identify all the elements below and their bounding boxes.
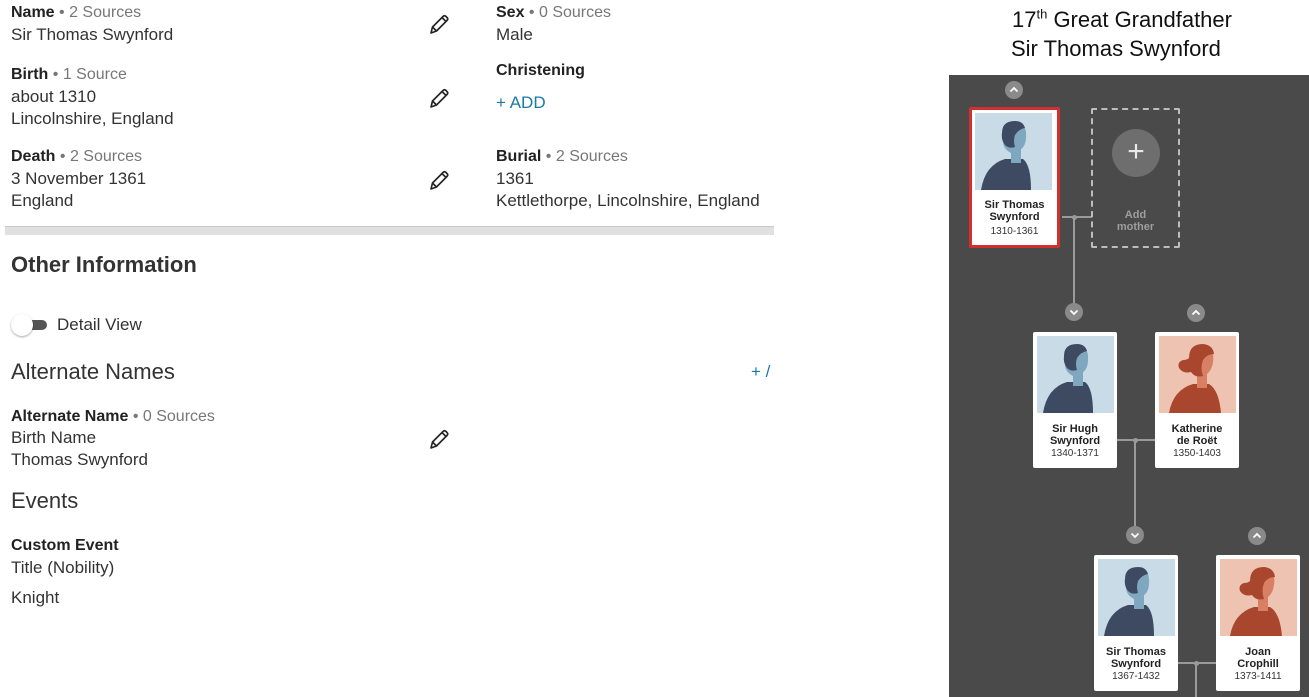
birth-label: Birth • 1 Source <box>11 66 127 83</box>
expand-up-chevron-icon[interactable] <box>1187 304 1205 322</box>
section-divider <box>5 226 774 235</box>
male-avatar-icon <box>1037 336 1114 413</box>
tree-junction-dot <box>1133 438 1138 443</box>
name-value: Sir Thomas Swynford <box>11 25 174 44</box>
edit-birth-pencil-icon[interactable] <box>428 87 450 111</box>
expand-up-chevron-icon[interactable] <box>1005 81 1023 99</box>
card-dates: 1340-1371 <box>1051 448 1099 459</box>
tree-connector <box>1195 663 1197 697</box>
tree-card-son[interactable]: Sir Hugh Swynford 1340-1371 <box>1033 332 1117 468</box>
burial-label: Burial • 2 Sources <box>496 148 628 165</box>
expand-up-chevron-icon[interactable] <box>1248 527 1266 545</box>
alternate-name-type: Birth Name <box>11 428 97 447</box>
custom-event-label: Custom Event <box>11 537 119 554</box>
other-information-heading: Other Information <box>11 252 197 277</box>
card-name: Sir Hugh Swynford <box>1049 423 1101 447</box>
card-name: Sir Thomas Swynford <box>984 199 1045 223</box>
toggle-knob <box>11 314 33 336</box>
add-alternate-name-link[interactable]: + / <box>751 362 775 382</box>
christening-label: Christening <box>496 62 585 79</box>
card-dates: 1367-1432 <box>1112 671 1160 682</box>
card-dates: 1310-1361 <box>990 226 1039 237</box>
relationship-line: 17th Great Grandfather <box>1012 6 1232 32</box>
tree-junction-dot <box>1072 215 1077 220</box>
tree-card-son-wife[interactable]: Katherine de Roët 1350-1403 <box>1155 332 1239 468</box>
male-avatar-icon <box>975 113 1052 190</box>
female-avatar-icon <box>1220 559 1297 636</box>
card-dates: 1350-1403 <box>1173 448 1221 459</box>
detail-view-toggle[interactable] <box>11 313 51 337</box>
birth-place: Lincolnshire, England <box>11 109 174 128</box>
tree-card-grandson[interactable]: Sir Thomas Swynford 1367-1432 <box>1094 555 1178 691</box>
sex-label: Sex • 0 Sources <box>496 4 612 21</box>
birth-date: about 1310 <box>11 87 97 106</box>
detail-view-label: Detail View <box>57 315 142 334</box>
collapse-down-chevron-icon[interactable] <box>1126 526 1144 544</box>
relationship-caption: 17th Great Grandfather Sir Thomas Swynfo… <box>990 6 1270 63</box>
male-avatar-icon <box>1098 559 1175 636</box>
family-tree-panel: Sir Thomas Swynford 1310-1361 + Add mother… <box>949 75 1309 697</box>
burial-date: 1361 <box>496 169 534 188</box>
tree-connector <box>1134 440 1136 534</box>
add-mother-label: Add mother <box>1116 209 1155 233</box>
tree-junction-dot <box>1194 661 1199 666</box>
relationship-name: Sir Thomas Swynford <box>1011 36 1221 61</box>
alternate-name-value: Thomas Swynford <box>11 450 148 469</box>
alternate-name-label: Alternate Name • 0 Sources <box>11 408 215 425</box>
custom-event-value: Knight <box>11 588 60 607</box>
add-plus-icon: + <box>1112 129 1160 177</box>
collapse-down-chevron-icon[interactable] <box>1065 303 1083 321</box>
edit-death-pencil-icon[interactable] <box>428 169 450 193</box>
christening-add-link[interactable]: + ADD <box>496 93 546 113</box>
death-date: 3 November 1361 <box>11 169 147 188</box>
death-place: England <box>11 191 74 210</box>
burial-place: Kettlethorpe, Lincolnshire, England <box>496 191 760 210</box>
tree-card-selected[interactable]: Sir Thomas Swynford 1310-1361 <box>969 107 1060 248</box>
card-name: Joan Crophill <box>1237 646 1279 670</box>
card-dates: 1373-1411 <box>1234 671 1282 682</box>
sex-value: Male <box>496 25 533 44</box>
card-name: Katherine de Roët <box>1171 423 1223 447</box>
custom-event-type: Title (Nobility) <box>11 558 115 577</box>
tree-card-grandson-wife[interactable]: Joan Crophill 1373-1411 <box>1216 555 1300 691</box>
edit-name-pencil-icon[interactable] <box>428 13 450 37</box>
tree-connector <box>1073 217 1075 309</box>
add-mother-card[interactable]: + Add mother <box>1091 108 1180 248</box>
tree-connector <box>1062 216 1092 218</box>
name-label: Name • 2 Sources <box>11 4 142 21</box>
alternate-names-heading: Alternate Names <box>11 359 175 384</box>
female-avatar-icon <box>1159 336 1236 413</box>
death-label: Death • 2 Sources <box>11 148 142 165</box>
card-name: Sir Thomas Swynford <box>1106 646 1166 670</box>
edit-alternate-name-pencil-icon[interactable] <box>428 428 450 452</box>
events-heading: Events <box>11 488 79 513</box>
